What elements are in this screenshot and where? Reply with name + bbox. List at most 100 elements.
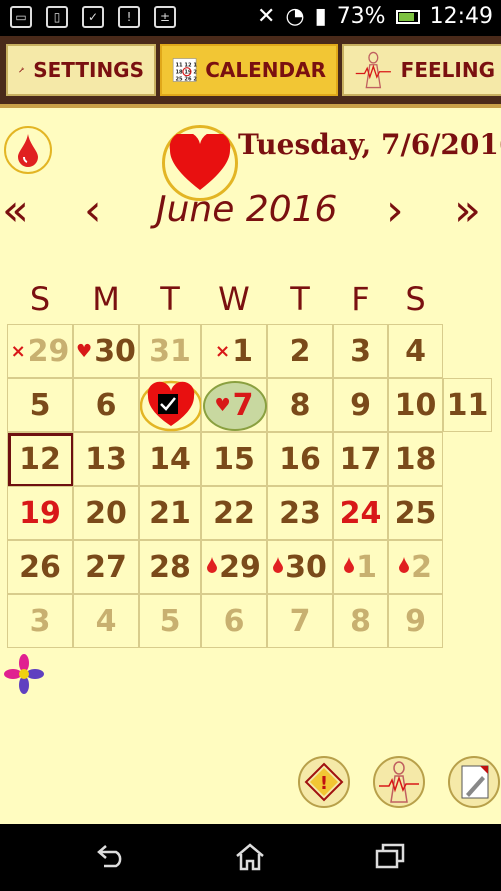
alert-button[interactable]: ! xyxy=(298,756,350,808)
day-number: 10 xyxy=(394,387,437,423)
previous-month-button[interactable]: ‹ xyxy=(84,186,102,236)
calendar-day[interactable]: 14 xyxy=(139,432,201,486)
month-title: June 2016 xyxy=(156,189,338,230)
tab-calendar[interactable]: 11 12 13 18 19 20 25 26 27 CALENDAR xyxy=(160,44,338,96)
day-number: 13 xyxy=(85,441,127,477)
period-button[interactable] xyxy=(4,126,52,174)
flower-icon xyxy=(4,654,44,698)
calendar-day[interactable]: 21 xyxy=(139,486,201,540)
calendar-day[interactable]: 16 xyxy=(267,432,333,486)
calendar-day[interactable]: 3 xyxy=(333,324,388,378)
calendar-day[interactable]: 6 xyxy=(73,378,139,432)
symptoms-button[interactable] xyxy=(373,756,425,808)
signal-icon: ▮ xyxy=(314,4,327,29)
previous-year-button[interactable]: « xyxy=(2,186,29,236)
tab-feeling[interactable]: FEELING xyxy=(342,44,501,96)
calendar-day[interactable]: 7 xyxy=(267,594,333,648)
heart-icon xyxy=(169,134,231,190)
checkbox-notification-icon: ✓ xyxy=(82,6,104,28)
calendar-day[interactable]: 24 xyxy=(333,486,388,540)
calendar-day[interactable] xyxy=(139,378,202,432)
wrench-icon xyxy=(19,66,25,73)
clock: 12:49 xyxy=(429,4,493,29)
calendar-day[interactable]: 8 xyxy=(267,378,333,432)
day-number: 30 xyxy=(285,549,327,585)
svg-text:25 26 27: 25 26 27 xyxy=(175,76,197,82)
home-icon[interactable] xyxy=(234,842,266,876)
blood-drop-icon xyxy=(344,556,355,578)
calendar-day[interactable]: 15 xyxy=(201,432,267,486)
day-number: 8 xyxy=(350,603,371,639)
calendar-day[interactable]: 4 xyxy=(73,594,139,648)
tab-settings[interactable]: SETTINGS xyxy=(6,44,156,96)
calendar-day[interactable]: 3 xyxy=(7,594,73,648)
next-month-button[interactable]: › xyxy=(386,186,404,236)
day-number: 8 xyxy=(289,387,311,423)
calendar-day[interactable]: 20 xyxy=(73,486,139,540)
calendar-day[interactable]: 12 xyxy=(7,432,74,487)
calendar-day[interactable]: 23 xyxy=(267,486,333,540)
calendar-day[interactable]: × 29 xyxy=(7,324,73,378)
calendar-day[interactable]: 19 xyxy=(7,486,73,540)
heart-icon: ♥ xyxy=(76,340,93,362)
calendar-day[interactable]: 2 xyxy=(267,324,333,378)
notes-button[interactable] xyxy=(448,756,500,808)
day-number: 3 xyxy=(29,603,51,639)
day-number: 5 xyxy=(29,387,51,423)
day-number: 24 xyxy=(339,495,382,531)
svg-text:!: ! xyxy=(320,773,328,794)
calendar-day[interactable]: 25 xyxy=(388,486,443,540)
calendar-day[interactable]: 10 xyxy=(388,378,443,432)
day-number: 21 xyxy=(149,495,191,531)
calendar-day[interactable]: ♥ 7 xyxy=(201,378,267,432)
calendar-day[interactable]: 13 xyxy=(73,432,139,486)
weekday-label: S xyxy=(29,280,51,318)
calendar-day[interactable]: 30 xyxy=(267,540,333,594)
day-number: 19 xyxy=(19,495,61,531)
day-number: 4 xyxy=(405,333,426,369)
bluetooth-off-icon: ✕ xyxy=(256,4,276,29)
battery-icon xyxy=(395,9,420,24)
back-icon[interactable] xyxy=(96,842,128,872)
calendar-day[interactable]: 11 xyxy=(443,378,492,432)
calendar-icon: 11 12 13 18 19 20 25 26 27 xyxy=(172,58,197,82)
phone-icon: ▯ xyxy=(46,6,68,28)
calendar-day[interactable]: 22 xyxy=(201,486,267,540)
weekday-label: T xyxy=(290,280,310,318)
calendar-day[interactable]: 26 xyxy=(7,540,73,594)
day-number: 3 xyxy=(350,333,371,369)
day-number: 28 xyxy=(149,549,191,585)
calendar-day[interactable]: 18 xyxy=(388,432,443,486)
day-number: 29 xyxy=(219,549,261,585)
day-number: 2 xyxy=(289,333,311,369)
weekday-label: W xyxy=(218,280,250,318)
calendar-day[interactable]: 2 xyxy=(388,540,443,594)
calendar-day[interactable]: 9 xyxy=(333,378,388,432)
calendar-day[interactable]: 9 xyxy=(388,594,443,648)
recents-icon[interactable] xyxy=(374,842,406,874)
day-number: 2 xyxy=(411,549,432,585)
calendar-day[interactable]: 5 xyxy=(7,378,73,432)
day-number: 31 xyxy=(149,333,191,369)
blood-drop-icon xyxy=(399,556,410,578)
calendar-day[interactable]: 1 xyxy=(333,540,388,594)
calendar-day[interactable]: 17 xyxy=(333,432,388,486)
calendar-day[interactable]: × 1 xyxy=(201,324,267,378)
calendar-day[interactable]: ♥ 30 xyxy=(73,324,139,378)
calendar-day[interactable]: 29 xyxy=(201,540,267,594)
weekday-label: M xyxy=(92,280,120,318)
calendar-day[interactable]: 8 xyxy=(333,594,388,648)
calendar-day[interactable]: 28 xyxy=(139,540,201,594)
calendar-day[interactable]: 27 xyxy=(73,540,139,594)
day-number: 30 xyxy=(94,333,136,369)
weekday-label: T xyxy=(160,280,180,318)
day-number: 29 xyxy=(27,333,70,369)
calendar-day[interactable]: 4 xyxy=(388,324,443,378)
selected-date-title: Tuesday, 7/6/2016 xyxy=(238,128,501,161)
tab-underline xyxy=(0,104,501,108)
calendar-day[interactable]: 6 xyxy=(201,594,267,648)
calendar-day[interactable]: 5 xyxy=(139,594,201,648)
next-year-button[interactable]: » xyxy=(454,186,481,236)
calendar-day[interactable]: 31 xyxy=(139,324,201,378)
day-number: 27 xyxy=(85,549,127,585)
